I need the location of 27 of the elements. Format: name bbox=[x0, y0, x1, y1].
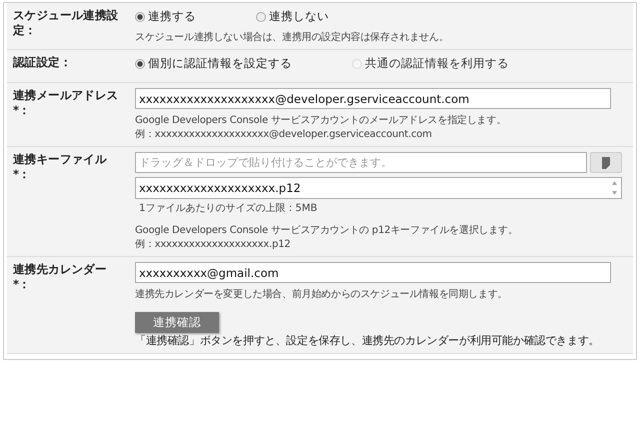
field-label: 連携キーファイル bbox=[13, 152, 108, 167]
required-mark: *： bbox=[13, 167, 32, 182]
radio-option[interactable]: 連携しない bbox=[256, 9, 329, 24]
file-field[interactable]: xxxxxxxxxxxxxxxxxxxx.p12 bbox=[135, 177, 622, 199]
help-text: Google Developers Console サービスアカウントの p12キーファイルを選択します。 bbox=[135, 224, 519, 237]
help-text: 連携先カレンダーを変更した場合、前月始めからのスケジュール情報を同期します。 bbox=[135, 288, 508, 301]
example-text: 例：xxxxxxxxxxxxxxxxxxxx.p12 bbox=[135, 238, 292, 251]
file-icon bbox=[601, 156, 611, 168]
drop-field[interactable]: ドラッグ＆ドロップで貼り付けることができます。 bbox=[135, 152, 587, 173]
field-label: 連携メールアドレス bbox=[13, 88, 120, 103]
required-mark: *： bbox=[13, 103, 32, 118]
attach-button[interactable] bbox=[590, 152, 622, 173]
confirm-button[interactable]: 連携確認 bbox=[135, 312, 219, 333]
input-field[interactable]: xxxxxxxxxxxxxxxxxxxx@developer.gserviceaccount.com bbox=[135, 88, 611, 109]
required-mark: *： bbox=[13, 277, 32, 292]
radio-option[interactable]: 連携する bbox=[135, 9, 196, 24]
field-label: 認証設定： bbox=[13, 55, 73, 70]
field-label: スケジュール連携設定： bbox=[13, 8, 120, 38]
instruction-text: 「連携確認」ボタンを押すと、設定を保存し、連携先のカレンダーが利用可能か確認できます。 bbox=[135, 334, 600, 348]
help-text: スケジュール連携しない場合は、連携用の設定内容は保存されません。 bbox=[135, 31, 450, 44]
radio-option[interactable]: 個別に認証情報を設定する bbox=[135, 56, 292, 71]
field-label: 連携先カレンダー bbox=[13, 262, 108, 277]
example-text: 例：xxxxxxxxxxxxxxxxxxxx@developer.gserviceaccount.com bbox=[135, 128, 433, 141]
help-text: Google Developers Console サービスアカウントのメールアドレスを指定します。 bbox=[135, 114, 508, 127]
spinner-icon bbox=[611, 180, 618, 196]
input-field[interactable]: xxxxxxxxxx@gmail.com bbox=[135, 262, 611, 283]
size-limit-text: 1ファイルあたりのサイズの上限：5MB bbox=[138, 202, 318, 216]
